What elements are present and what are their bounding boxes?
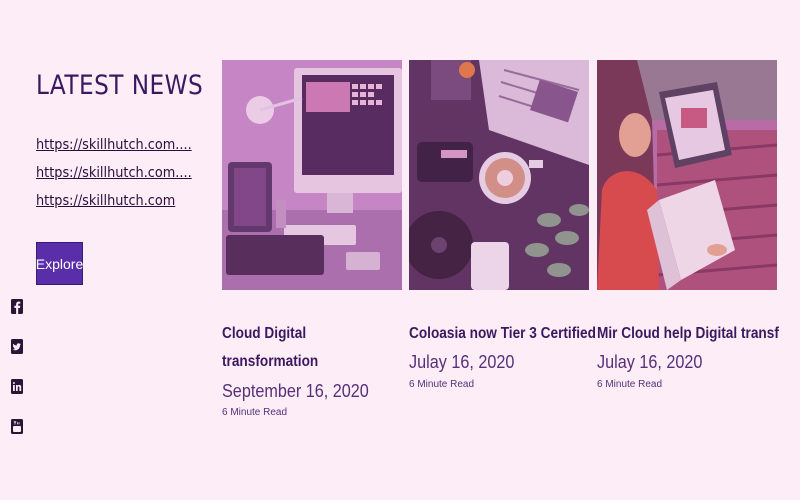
card-title[interactable]: Cloud Digital [222, 320, 306, 348]
card-read-time: 6 Minute Read [409, 379, 475, 390]
news-card-3[interactable]: Mir Cloud help Digital transf Julay 16, … [597, 60, 779, 390]
linkedin-icon[interactable] [9, 378, 24, 395]
card-read-time: 6 Minute Read [222, 407, 288, 418]
facebook-icon[interactable] [9, 298, 24, 315]
card-title[interactable]: Coloasia now Tier 3 Certified [409, 320, 596, 348]
section-title: LATEST NEWS [36, 70, 204, 101]
news-link-2[interactable]: https://skillhutch.com.... [36, 164, 192, 183]
news-image-reading-outdoors[interactable] [597, 60, 777, 290]
card-title-line2[interactable]: transformation [222, 348, 318, 376]
social-icons [9, 298, 24, 458]
news-links: https://skillhutch.com.... https://skill… [36, 136, 205, 220]
news-card-1[interactable]: Cloud Digital transformation September 1… [222, 60, 402, 418]
card-date: Julay 16, 2020 [597, 352, 703, 372]
youtube-icon[interactable] [9, 418, 24, 435]
news-card-2[interactable]: Coloasia now Tier 3 Certified Julay 16, … [409, 60, 596, 390]
card-title[interactable]: Mir Cloud help Digital transf [597, 320, 779, 348]
twitter-icon[interactable] [9, 338, 24, 355]
card-date: Julay 16, 2020 [409, 352, 515, 372]
explore-button[interactable]: Explore [36, 242, 83, 285]
news-image-coffee-table[interactable] [409, 60, 589, 290]
news-link-1[interactable]: https://skillhutch.com.... [36, 136, 192, 155]
news-link-3[interactable]: https://skillhutch.com [36, 192, 192, 211]
card-date: September 16, 2020 [222, 381, 369, 401]
card-read-time: 6 Minute Read [597, 379, 663, 390]
news-image-desk-computer[interactable] [222, 60, 402, 290]
